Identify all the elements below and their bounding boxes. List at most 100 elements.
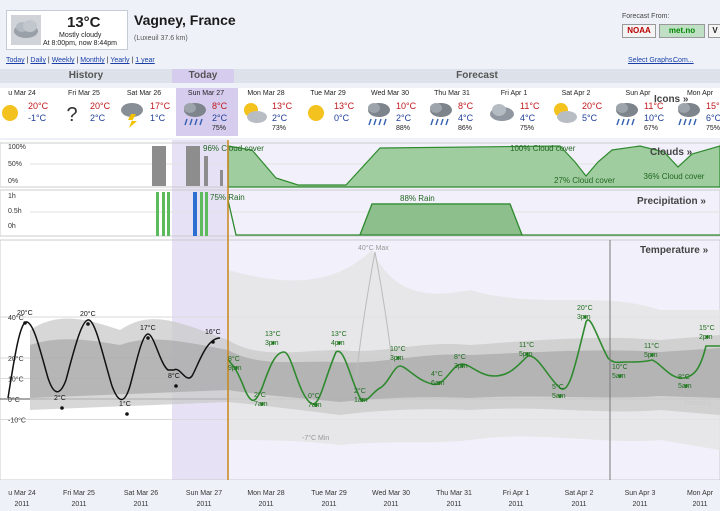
day-card[interactable]: u Mar 24 20°C -1°C: [0, 88, 54, 136]
rain-cloud-icon: [616, 103, 638, 126]
day-low-temp: 0°C: [334, 113, 350, 123]
nav-weekly[interactable]: Weekly: [52, 57, 75, 64]
day-high-temp: 20°C: [90, 101, 111, 111]
nav-daily[interactable]: Daily: [30, 57, 46, 64]
unknown-icon: ?: [66, 104, 77, 126]
day-card[interactable]: Sun Mar 27 8°C 2°C 75%: [176, 88, 238, 136]
temp-point-label: 3pm: [454, 363, 468, 370]
nav-one-year[interactable]: 1 year: [135, 57, 154, 64]
day-card[interactable]: Sat Apr 2 20°C 5°C: [546, 88, 608, 136]
day-high-temp: 17°C: [150, 101, 171, 111]
range-nav: Today | Daily | Weekly | Monthly | Yearl…: [6, 57, 155, 64]
current-temperature: 13°C: [67, 14, 101, 31]
temp-point-label: 11°C: [644, 342, 659, 350]
select-graphs-link[interactable]: Select Graphs...: [628, 57, 678, 64]
cloud-cover-label: 27% Cloud cover: [554, 176, 615, 185]
forecast-section-label: Forecast: [234, 69, 720, 83]
temp-point-label: 5pm: [519, 351, 533, 358]
day-card[interactable]: Thu Mar 31 8°C 4°C 86%: [422, 88, 484, 136]
day-high-temp: 8°C: [458, 101, 474, 111]
day-label: Tue Mar 29: [310, 90, 346, 97]
temp-point-label: 8°C: [228, 355, 240, 363]
compare-link[interactable]: Com...: [673, 57, 694, 64]
x-axis-day-label: Tue Mar 29: [311, 490, 347, 497]
sun-icon: [308, 105, 324, 121]
day-card[interactable]: Sat Mar 26 17°C 1°C: [114, 88, 176, 136]
temp-point-label: 5am: [552, 393, 566, 400]
temp-point-label: 5am: [612, 373, 626, 380]
day-low-temp: 2°C: [396, 113, 412, 123]
rain-history-bar: [200, 192, 203, 236]
svg-text:?: ?: [66, 104, 77, 126]
icons-panel-title[interactable]: Icons »: [654, 94, 688, 105]
rain-history-bar: [205, 192, 208, 236]
temp-point-label: 9pm: [228, 365, 242, 372]
temp-point-label: 5pm: [644, 352, 658, 359]
cloud-history-bar: [152, 146, 166, 186]
cloud-cover-label: 36% Cloud cover: [644, 172, 705, 181]
metno-source-button[interactable]: met.no: [659, 24, 705, 38]
cloud-history-bar: [204, 156, 208, 186]
rain-cloud-icon: [368, 103, 390, 126]
day-low-temp: 4°C: [520, 113, 536, 123]
temp-point-label: 1am: [354, 397, 368, 404]
temp-point-label: 10°C: [390, 345, 406, 353]
temp-point-label: 16°C: [205, 328, 221, 336]
day-card[interactable]: Wed Mar 30 10°C 2°C 88%: [360, 88, 422, 136]
max-temp-annotation: 40°C Max: [358, 244, 389, 252]
day-label: Fri Mar 25: [68, 90, 100, 97]
day-low-temp: -1°C: [28, 113, 47, 123]
day-precip-chance: 86%: [458, 125, 473, 132]
day-card[interactable]: Tue Mar 29 13°C 0°C: [298, 88, 360, 136]
day-low-temp: 4°C: [458, 113, 474, 123]
history-section-label: History: [0, 69, 172, 83]
temp-point-label: 1°C: [119, 400, 131, 408]
temp-point-label: 13°C: [265, 330, 281, 338]
temp-point-label: 8°C: [454, 353, 466, 361]
day-high-temp: 20°C: [582, 101, 603, 111]
nav-monthly[interactable]: Monthly: [80, 57, 105, 64]
day-card[interactable]: Mon Mar 28 13°C 2°C 73%: [236, 88, 298, 136]
day-low-temp: 5°C: [582, 113, 598, 123]
nav-today[interactable]: Today: [6, 57, 25, 64]
day-card[interactable]: Fri Mar 25? 20°C 2°C: [54, 88, 116, 136]
x-axis-day-label: Sat Apr 2: [565, 490, 594, 497]
temp-point: [60, 406, 64, 410]
current-conditions: 13°C Mostly cloudy At 8:00pm, now 8:44pm: [6, 10, 128, 50]
temp-point-label: 8°C: [168, 372, 180, 380]
temp-point-label: 10°C: [612, 363, 628, 371]
rain-history-bar: [193, 192, 197, 236]
day-high-temp: 20°C: [28, 101, 49, 111]
day-label: Sun Mar 27: [187, 90, 225, 97]
x-axis-bar: [0, 480, 720, 511]
day-low-temp: 10°C: [644, 113, 665, 123]
temp-point-label: 6am: [431, 380, 445, 387]
temp-axis-label: 0°C: [8, 396, 20, 404]
rain-history-bar: [156, 192, 159, 236]
temp-point-label: 7am: [308, 402, 322, 409]
x-axis-year-label: 2011: [571, 501, 586, 508]
temp-point-label: 0°C: [308, 392, 320, 400]
precip-axis-label: 0h: [8, 223, 16, 230]
x-axis-year-label: 2011: [258, 501, 273, 508]
temp-point-label: 3pm: [265, 340, 279, 347]
day-label: Fri Apr 1: [500, 90, 528, 97]
temp-point-label: 2°C: [254, 391, 266, 399]
day-label: Wed Mar 30: [371, 90, 409, 97]
day-card[interactable]: Fri Apr 1 11°C 4°C 75%: [484, 88, 546, 136]
day-low-temp: 2°C: [212, 113, 228, 123]
cloud-cover-label: 100% Cloud cover: [510, 144, 576, 153]
temp-point-label: 5°C: [552, 383, 564, 391]
temp-point: [211, 340, 215, 344]
day-high-temp: 15°C: [706, 101, 720, 111]
nav-yearly[interactable]: Yearly: [110, 57, 129, 64]
v-source-button[interactable]: V: [708, 24, 720, 38]
sun-icon: [2, 105, 18, 121]
x-axis-day-label: Mon Mar 28: [247, 490, 284, 497]
temp-point: [86, 322, 90, 326]
noaa-source-button[interactable]: NOAA: [622, 24, 656, 38]
day-high-temp: 13°C: [334, 101, 355, 111]
day-precip-chance: 75%: [706, 125, 720, 132]
day-low-temp: 2°C: [272, 113, 288, 123]
temp-point-label: 2°C: [354, 387, 366, 395]
